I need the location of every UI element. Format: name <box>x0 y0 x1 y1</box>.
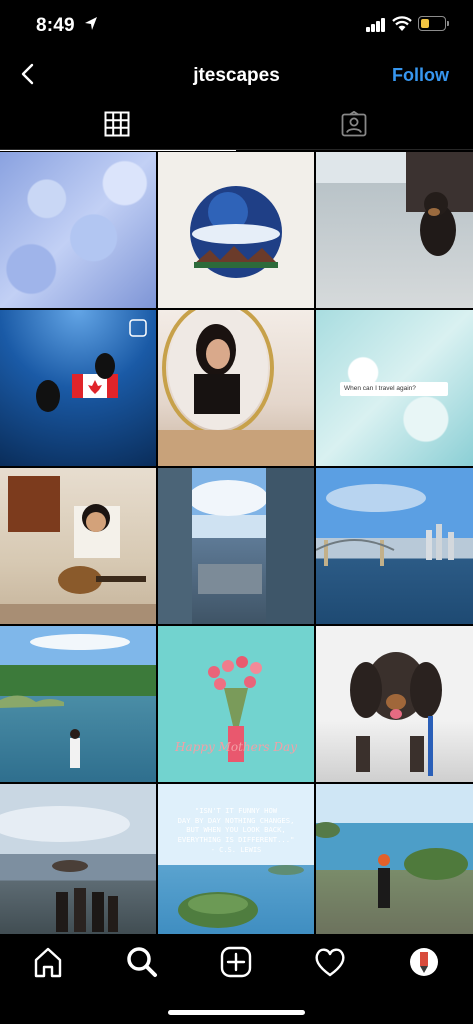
cellular-signal-icon <box>366 18 386 32</box>
selfie-photo <box>158 310 314 466</box>
battery-icon <box>418 16 446 31</box>
post-island-hiker[interactable] <box>316 784 473 934</box>
tab-tagged[interactable] <box>237 98 473 150</box>
profile-header: jtescapes Follow <box>0 52 473 98</box>
post-search-text: When can I travel again? <box>340 382 448 396</box>
active-tab-indicator <box>0 150 236 151</box>
search-icon[interactable] <box>122 942 162 982</box>
harbour-photo <box>316 484 454 566</box>
location-arrow-icon <box>85 17 97 30</box>
profile-avatar-icon[interactable] <box>404 942 444 982</box>
grid-icon <box>104 111 130 137</box>
post-puppy-leash[interactable] <box>316 626 473 782</box>
post-scuba-divers-flag[interactable] <box>0 310 156 466</box>
post-harbour-bridge[interactable] <box>316 468 473 624</box>
home-icon[interactable] <box>28 942 68 982</box>
home-indicator <box>168 1010 305 1015</box>
post-city-towers[interactable] <box>158 468 314 624</box>
new-post-icon[interactable] <box>216 942 256 982</box>
photo-grid: When can I travel again? Happy Mothers D… <box>0 152 473 934</box>
heart-icon[interactable] <box>310 942 350 982</box>
status-bar: 8:49 <box>0 0 473 52</box>
follow-button[interactable]: Follow <box>392 65 449 86</box>
status-time: 8:49 <box>36 15 75 36</box>
puppy-photo <box>350 652 442 776</box>
post-quote-author: - C.S. LEWIS <box>210 846 262 854</box>
guitar-photo <box>0 476 156 624</box>
post-reservoir-hike[interactable] <box>0 626 156 782</box>
coast-photo <box>0 806 130 932</box>
post-travel-again[interactable]: When can I travel again? <box>316 310 473 466</box>
post-quote-text: "ISN'T IT FUNNY HOW DAY BY DAY NOTHING C… <box>177 806 295 844</box>
post-coast-group[interactable] <box>0 784 156 934</box>
hiker-photo <box>316 822 468 908</box>
post-watercolor-landscape[interactable] <box>158 152 314 308</box>
watercolor-painting <box>190 186 282 278</box>
tab-grid[interactable] <box>0 98 236 151</box>
city-photo <box>158 468 314 624</box>
reservoir-photo <box>0 634 130 768</box>
wifi-icon <box>392 16 412 31</box>
post-dachshund-walkway[interactable] <box>316 152 473 308</box>
tagged-person-icon <box>341 111 367 137</box>
post-vintage-guitar[interactable] <box>0 468 156 624</box>
dog-photo <box>406 152 473 256</box>
divers-photo <box>36 319 147 412</box>
profile-tabs <box>0 98 473 151</box>
post-mothers-day-flowers[interactable]: Happy Mothers Day <box>158 626 314 782</box>
post-hydrangeas[interactable] <box>0 152 156 308</box>
bouquet-illustration <box>208 656 262 762</box>
battery-tip <box>447 21 449 26</box>
post-caption-text: Happy Mothers Day <box>174 740 297 754</box>
post-mirror-selfie[interactable] <box>158 310 314 466</box>
post-cs-lewis-quote[interactable]: "ISN'T IT FUNNY HOW DAY BY DAY NOTHING C… <box>158 784 314 934</box>
